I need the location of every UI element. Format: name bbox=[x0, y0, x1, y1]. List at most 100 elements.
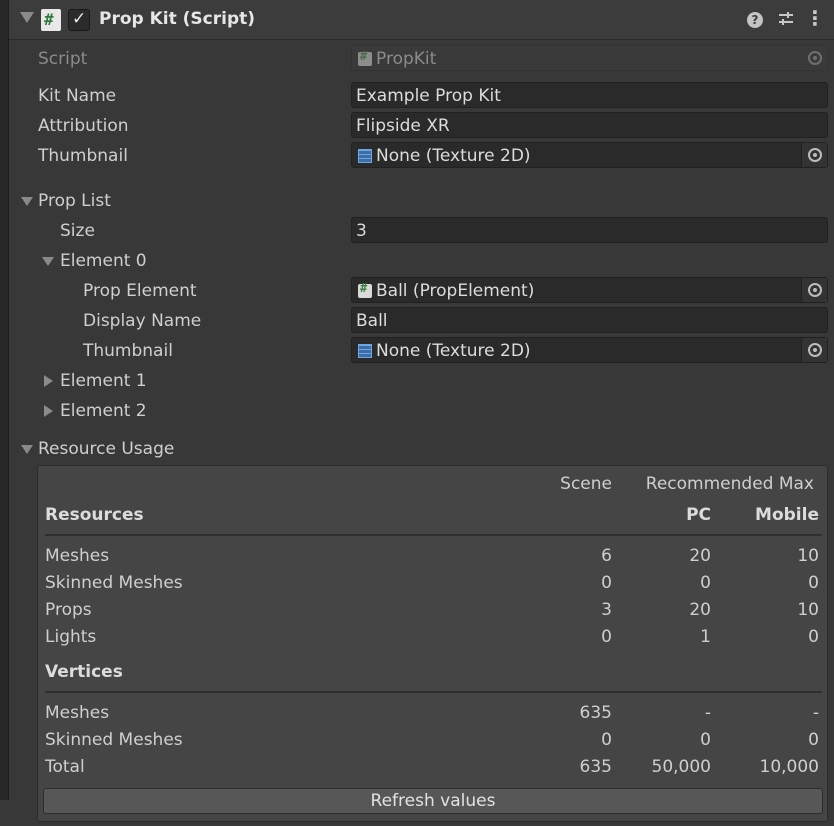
display-name-value: Ball bbox=[356, 311, 388, 331]
object-picker-icon bbox=[808, 148, 822, 162]
row-mobile-value: 0 bbox=[808, 730, 819, 750]
row-pc-value: 0 bbox=[700, 730, 711, 750]
element-thumbnail-row: Thumbnail None (Texture 2D) bbox=[9, 337, 834, 365]
col-mobile-header: Mobile bbox=[755, 505, 819, 525]
display-name-input[interactable]: Ball bbox=[351, 307, 828, 333]
resource-usage-panel: Scene Recommended Max Resources PC Mobil… bbox=[37, 465, 828, 822]
inspector-left-strip bbox=[0, 0, 9, 826]
row-pc-value: 50,000 bbox=[651, 757, 711, 777]
row-name: Total bbox=[45, 757, 85, 777]
thumbnail-object-picker[interactable] bbox=[801, 143, 827, 167]
resources-heading: Resources bbox=[45, 505, 144, 525]
row-scene-value: 0 bbox=[601, 730, 612, 750]
script-object-picker bbox=[801, 46, 827, 70]
row-mobile-value: - bbox=[812, 703, 819, 723]
element-2-foldout[interactable]: Element 2 bbox=[9, 397, 834, 425]
vertices-heading: Vertices bbox=[45, 662, 123, 682]
row-name: Skinned Meshes bbox=[45, 573, 183, 593]
script-icon bbox=[358, 281, 372, 298]
prop-element-value: Ball (PropElement) bbox=[376, 281, 535, 301]
element-thumbnail-object-picker[interactable] bbox=[801, 338, 827, 362]
element-thumbnail-label: Thumbnail bbox=[83, 341, 173, 361]
foldout-closed-icon[interactable] bbox=[44, 405, 53, 417]
thumbnail-label: Thumbnail bbox=[38, 146, 128, 166]
texture-icon bbox=[358, 149, 372, 163]
vertices-divider bbox=[45, 691, 822, 693]
component-title: Prop Kit (Script) bbox=[99, 9, 256, 29]
size-value: 3 bbox=[356, 221, 367, 241]
element-2-label: Element 2 bbox=[60, 401, 147, 421]
prop-list-foldout[interactable]: Prop List bbox=[9, 187, 834, 215]
thumbnail-row: Thumbnail None (Texture 2D) bbox=[9, 142, 834, 170]
row-pc-value: 20 bbox=[689, 546, 711, 566]
kit-name-input[interactable]: Example Prop Kit bbox=[351, 82, 828, 108]
resource-usage-foldout[interactable]: Resource Usage bbox=[9, 435, 834, 463]
row-name: Lights bbox=[45, 627, 97, 647]
script-value: PropKit bbox=[376, 49, 437, 69]
component-header[interactable]: # ✓ Prop Kit (Script) ? ⋮ bbox=[9, 0, 834, 40]
row-pc-value: - bbox=[704, 703, 711, 723]
row-pc-value: 1 bbox=[700, 627, 711, 647]
row-mobile-value: 10,000 bbox=[759, 757, 819, 777]
more-options-icon[interactable]: ⋮ bbox=[805, 8, 825, 30]
row-name: Skinned Meshes bbox=[45, 730, 183, 750]
attribution-input[interactable]: Flipside XR bbox=[351, 112, 828, 138]
size-input[interactable]: 3 bbox=[351, 217, 828, 243]
foldout-open-icon[interactable] bbox=[42, 257, 54, 266]
help-icon[interactable]: ? bbox=[747, 12, 763, 28]
row-pc-value: 20 bbox=[689, 600, 711, 620]
object-picker-icon bbox=[808, 283, 822, 297]
object-picker-icon bbox=[808, 51, 822, 65]
row-name: Props bbox=[45, 600, 92, 620]
row-mobile-value: 10 bbox=[797, 600, 819, 620]
row-mobile-value: 10 bbox=[797, 546, 819, 566]
display-name-label: Display Name bbox=[83, 311, 202, 331]
row-scene-value: 6 bbox=[601, 546, 612, 566]
prop-element-label: Prop Element bbox=[83, 281, 197, 301]
display-name-row: Display Name Ball bbox=[9, 307, 834, 335]
script-row: Script PropKit bbox=[9, 45, 834, 73]
foldout-closed-icon[interactable] bbox=[44, 375, 53, 387]
size-label: Size bbox=[60, 221, 95, 241]
row-mobile-value: 0 bbox=[808, 573, 819, 593]
csharp-script-icon: # bbox=[41, 9, 61, 31]
checkmark-icon: ✓ bbox=[72, 9, 87, 29]
refresh-values-button[interactable]: Refresh values bbox=[43, 788, 823, 814]
thumbnail-field[interactable]: None (Texture 2D) bbox=[351, 142, 828, 168]
element-thumbnail-field[interactable]: None (Texture 2D) bbox=[351, 337, 828, 363]
size-row: Size 3 bbox=[9, 217, 834, 245]
row-scene-value: 3 bbox=[601, 600, 612, 620]
prop-element-field[interactable]: Ball (PropElement) bbox=[351, 277, 828, 303]
object-picker-icon bbox=[808, 343, 822, 357]
attribution-value: Flipside XR bbox=[356, 116, 450, 136]
row-scene-value: 0 bbox=[601, 627, 612, 647]
prop-element-object-picker[interactable] bbox=[801, 278, 827, 302]
inspector-bottom-strip bbox=[0, 800, 9, 826]
prop-element-row: Prop Element Ball (PropElement) bbox=[9, 277, 834, 305]
row-name: Meshes bbox=[45, 703, 110, 723]
attribution-row: Attribution Flipside XR bbox=[9, 112, 834, 140]
col-pc-header: PC bbox=[686, 505, 711, 525]
script-label: Script bbox=[38, 49, 88, 69]
element-1-label: Element 1 bbox=[60, 371, 147, 391]
element-1-foldout[interactable]: Element 1 bbox=[9, 367, 834, 395]
component-enabled-checkbox[interactable]: ✓ bbox=[68, 9, 90, 31]
row-mobile-value: 0 bbox=[808, 627, 819, 647]
script-icon bbox=[358, 49, 372, 66]
element-0-label: Element 0 bbox=[60, 251, 147, 271]
script-field: PropKit bbox=[351, 45, 828, 71]
kit-name-row: Kit Name Example Prop Kit bbox=[9, 82, 834, 110]
foldout-open-icon[interactable] bbox=[21, 445, 33, 454]
foldout-open-icon[interactable] bbox=[21, 197, 33, 206]
prop-list-label: Prop List bbox=[38, 191, 111, 211]
row-pc-value: 0 bbox=[700, 573, 711, 593]
row-scene-value: 635 bbox=[579, 703, 612, 723]
kit-name-label: Kit Name bbox=[38, 86, 117, 106]
element-0-foldout[interactable]: Element 0 bbox=[9, 247, 834, 275]
texture-icon bbox=[358, 344, 372, 358]
row-scene-value: 635 bbox=[579, 757, 612, 777]
attribution-label: Attribution bbox=[38, 116, 129, 136]
presets-sliders-icon[interactable] bbox=[776, 10, 796, 30]
row-scene-value: 0 bbox=[601, 573, 612, 593]
component-foldout-arrow-icon[interactable] bbox=[20, 12, 34, 23]
